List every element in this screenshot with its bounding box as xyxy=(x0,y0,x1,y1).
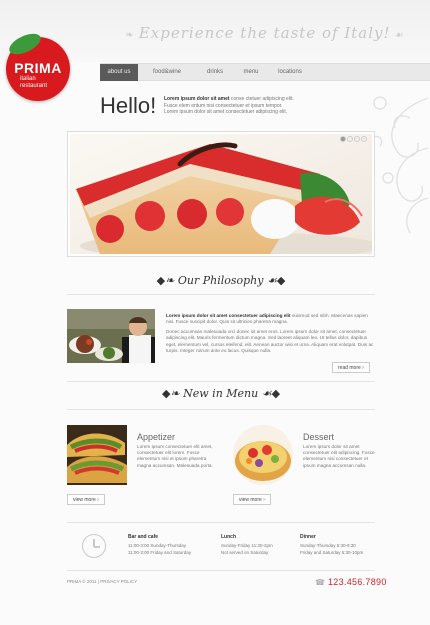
ornament-right-icon: ☙◆ xyxy=(263,274,286,287)
hours-lunch-text: Sunday-Friday 11:30-2pm Not served on Sa… xyxy=(221,542,273,556)
hours-bar-line2: 11:00-3:00 Friday and Saturday xyxy=(128,550,191,555)
philosophy-lead: Lorem ipsum dolor sit amet consectetuer … xyxy=(166,313,374,326)
nav-item-menu[interactable]: menu xyxy=(234,64,268,81)
ornament-right-icon: ☙ xyxy=(390,30,405,41)
intro-text: Lorem ipsum dolor sit amet conse ctetuer… xyxy=(164,96,294,116)
hours-bar-title: Bar and cafe xyxy=(128,534,159,540)
hours-lunch-title: Lunch xyxy=(221,534,236,540)
logo-subtitle-line2: restaurant xyxy=(20,83,48,89)
tagline-text: Experience the taste of Italy! xyxy=(138,24,391,42)
hours-dinner-line1: Sunday-Thursday 5:30-9:30 xyxy=(300,543,356,548)
dessert-image xyxy=(233,425,293,485)
phone-icon: ☎ xyxy=(315,578,325,587)
cake-image xyxy=(70,134,372,254)
hours-dinner-title: Dinner xyxy=(300,534,316,540)
hero-image xyxy=(70,134,372,254)
view-more-dessert-button[interactable]: view more › xyxy=(233,494,271,505)
appetizer-heading: Appetizer xyxy=(137,432,176,442)
main-nav: about us food&wine drinks menu locations xyxy=(100,63,430,81)
dessert-text: Lorem ipsum dolor sit amet consectetuer … xyxy=(303,444,375,468)
nav-item-about-us[interactable]: about us xyxy=(100,64,138,81)
chevron-right-icon: › xyxy=(261,497,265,503)
philosophy-body: Donec accumsan malesuada orci donec sit … xyxy=(166,328,374,354)
hours-dinner-line2: Friday and Saturday 5:30-10pm xyxy=(300,550,364,555)
ornament-left-icon: ◆❧ xyxy=(156,274,178,287)
nav-item-drinks[interactable]: drinks xyxy=(196,64,234,81)
intro-lead: Lorem ipsum dolor sit amet xyxy=(164,96,230,102)
clock-icon xyxy=(82,534,106,558)
dessert-heading: Dessert xyxy=(303,432,335,442)
divider xyxy=(67,522,375,523)
page: ❧ Experience the taste of Italy! ☙ PRIMA… xyxy=(0,0,430,625)
philosophy-title: ◆❧ Our Philosophy ☙◆ xyxy=(67,274,375,287)
nav-item-locations[interactable]: locations xyxy=(268,64,312,81)
ornament-left-icon: ◆❧ xyxy=(161,387,184,400)
menu-section-title-text: New in Menu xyxy=(183,387,259,400)
chevron-right-icon: › xyxy=(95,497,99,503)
hero-slider[interactable] xyxy=(67,131,375,257)
hours-bar-text: 11:00-3:00 Sunday-Thursday 11:00-3:00 Fr… xyxy=(128,542,191,556)
hello-heading: Hello! xyxy=(100,93,157,118)
philosophy-text: Lorem ipsum dolor sit amet consectetuer … xyxy=(166,313,374,354)
chef-photo xyxy=(67,309,155,363)
ornament-left-icon: ❧ xyxy=(125,30,139,41)
logo-title[interactable]: PRIMA xyxy=(0,60,76,76)
logo-subtitle-line1: italian xyxy=(20,76,36,82)
divider xyxy=(67,381,375,382)
logo-subtitle: italian restaurant xyxy=(20,76,64,90)
header-tagline: ❧ Experience the taste of Italy! ☙ xyxy=(100,24,430,42)
chef-image xyxy=(67,309,155,363)
copyright-text: PRIMA © 2011 xyxy=(67,579,97,584)
philosophy-title-text: Our Philosophy xyxy=(177,274,264,287)
hours-lunch-line1: Sunday-Friday 11:30-2pm xyxy=(221,543,273,548)
divider xyxy=(67,570,375,571)
slider-dot-3[interactable] xyxy=(354,136,360,142)
privacy-policy-link[interactable]: PRIVACY POLICY xyxy=(100,579,137,584)
nav-item-food-wine[interactable]: food&wine xyxy=(138,64,196,81)
hours-bar-line1: 11:00-3:00 Sunday-Thursday xyxy=(128,543,186,548)
slider-dots xyxy=(340,136,370,142)
hours-dinner-text: Sunday-Thursday 5:30-9:30 Friday and Sat… xyxy=(300,542,363,556)
divider xyxy=(67,409,375,410)
footer-copyright: PRIMA © 2011 | PRIVACY POLICY xyxy=(67,579,137,584)
slider-dot-2[interactable] xyxy=(347,136,353,142)
read-more-button[interactable]: read more › xyxy=(332,362,370,373)
appetizer-text: Lorem ipsum consectetuer elit amet, cons… xyxy=(137,444,213,468)
appetizer-image xyxy=(67,425,127,485)
view-more-label: view more xyxy=(239,497,262,503)
slider-dot-1[interactable] xyxy=(340,136,346,142)
view-more-label: view more xyxy=(73,497,96,503)
chevron-right-icon: › xyxy=(360,365,364,371)
tacos-photo xyxy=(67,425,127,485)
divider xyxy=(67,294,375,295)
view-more-appetizer-button[interactable]: view more › xyxy=(67,494,105,505)
tart-photo xyxy=(233,425,293,485)
phone-number[interactable]: 123.456.7890 xyxy=(328,577,387,587)
read-more-label: read more xyxy=(338,365,361,371)
slider-dot-4[interactable] xyxy=(361,136,367,142)
ornament-right-icon: ☙◆ xyxy=(258,387,281,400)
philosophy-lead-bold: Lorem ipsum dolor sit amet consectetuer … xyxy=(166,313,291,318)
menu-section-title: ◆❧ New in Menu ☙◆ xyxy=(67,387,375,400)
hours-lunch-line2: Not served on Saturday xyxy=(221,550,269,555)
